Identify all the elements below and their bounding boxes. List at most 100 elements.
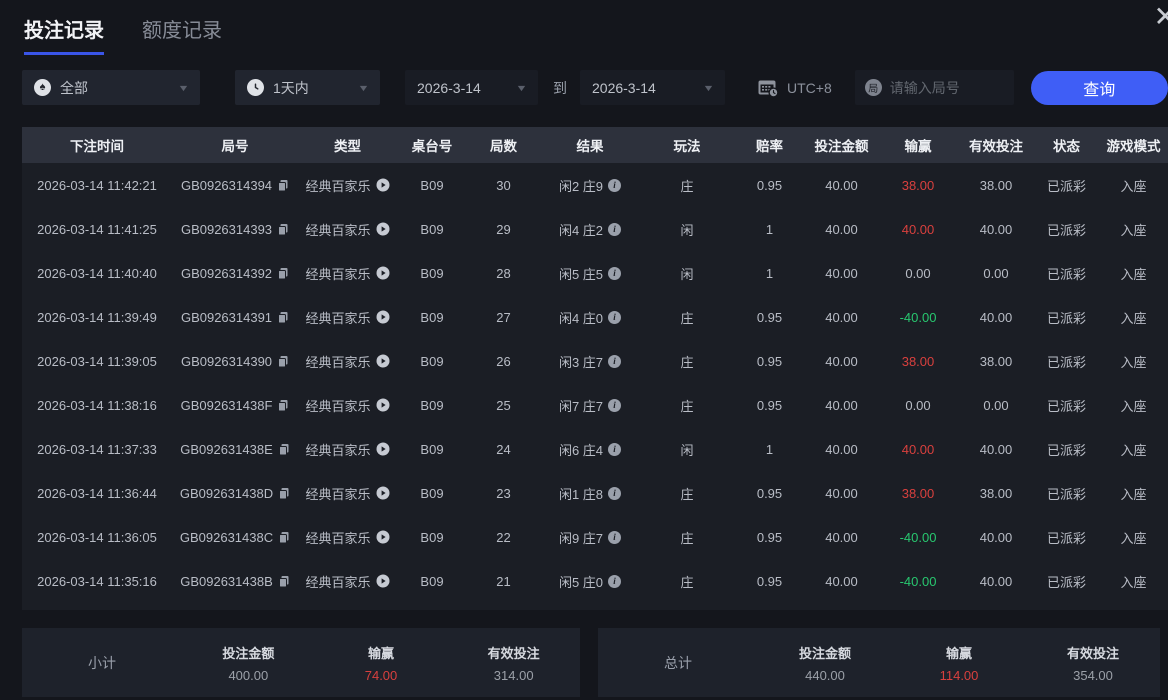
cell-round-id: GB0926314393: [172, 222, 298, 237]
status-text: 已派彩: [1046, 266, 1086, 282]
total-valid-bet: 有效投注 354.00: [1026, 643, 1160, 683]
cell-play: 庄: [640, 308, 734, 327]
cell-round-id: GB092631438C: [172, 530, 298, 545]
cell-status: 已派彩: [1034, 308, 1099, 327]
cell-odds: 0.95: [734, 178, 805, 193]
cell-valid-bet: 40.00: [958, 530, 1034, 545]
cell-game-type: 经典百家乐: [298, 308, 397, 327]
bet-time-text: 2026-03-14 11:39:49: [37, 309, 157, 325]
query-button[interactable]: 查询: [1030, 70, 1168, 105]
play-icon[interactable]: [376, 310, 390, 324]
total-bet-amount: 投注金额 440.00: [758, 643, 892, 683]
valid-bet-text: 38.00: [979, 353, 1013, 369]
cell-table-no: B09: [397, 442, 467, 457]
date-to-picker[interactable]: 2026-3-14 ▼: [580, 70, 725, 105]
cell-result: 闲2 庄9 i: [540, 176, 640, 195]
game-type-dropdown[interactable]: ♠ 全部 ▼: [22, 70, 200, 105]
play-icon[interactable]: [376, 398, 390, 412]
copy-icon[interactable]: [277, 399, 289, 412]
cell-win-loss: -40.00: [878, 310, 958, 325]
game-type-text: 经典百家乐: [305, 266, 371, 282]
table-row: 2026-03-14 11:40:40 GB0926314392 经典百家乐 B…: [22, 251, 1168, 295]
copy-icon[interactable]: [278, 443, 290, 456]
table-no-text: B09: [420, 309, 444, 325]
time-range-dropdown[interactable]: 1天内 ▼: [235, 70, 380, 105]
copy-icon[interactable]: [277, 223, 289, 236]
round-id-text: GB092631438B: [180, 573, 273, 589]
copy-icon[interactable]: [277, 355, 289, 368]
rounds-text: 22: [496, 529, 511, 545]
info-icon[interactable]: i: [608, 310, 622, 324]
play-icon[interactable]: [376, 486, 390, 500]
info-icon[interactable]: i: [608, 574, 622, 588]
cell-bet-time: 2026-03-14 11:42:21: [22, 178, 172, 193]
cell-game-mode: 入座: [1099, 352, 1168, 371]
odds-text: 0.95: [756, 485, 783, 501]
play-icon[interactable]: [376, 574, 390, 588]
tab-quota-records[interactable]: 额度记录: [142, 14, 222, 52]
cell-rounds: 25: [467, 398, 540, 413]
play-icon[interactable]: [376, 222, 390, 236]
status-text: 已派彩: [1046, 486, 1086, 502]
table-row: 2026-03-14 11:42:21 GB0926314394 经典百家乐 B…: [22, 163, 1168, 207]
tab-bet-records[interactable]: 投注记录: [24, 14, 104, 55]
copy-icon[interactable]: [278, 487, 290, 500]
timezone-label: UTC+8: [787, 79, 832, 96]
round-id-text: GB092631438F: [180, 397, 273, 413]
stat-value: 354.00: [1073, 667, 1113, 683]
info-icon[interactable]: i: [608, 530, 622, 544]
cell-result: 闲1 庄8 i: [540, 484, 640, 503]
info-icon[interactable]: i: [608, 354, 622, 368]
play-icon[interactable]: [376, 530, 390, 544]
copy-icon[interactable]: [277, 179, 289, 192]
tab-bar: 投注记录 额度记录: [24, 14, 222, 55]
column-header: 桌台号: [411, 139, 453, 154]
play-icon[interactable]: [376, 266, 390, 280]
win-loss-text: 0.00: [905, 397, 931, 413]
cell-bet-amount: 40.00: [805, 398, 878, 413]
cell-win-loss: -40.00: [878, 530, 958, 545]
game-mode-text: 入座: [1120, 574, 1147, 590]
cell-round-id: GB092631438B: [172, 574, 298, 589]
cell-odds: 0.95: [734, 574, 805, 589]
copy-icon[interactable]: [278, 575, 290, 588]
odds-text: 1: [765, 265, 774, 281]
odds-text: 1: [765, 221, 774, 237]
game-type-text: 经典百家乐: [305, 310, 371, 326]
cell-game-mode: 入座: [1099, 308, 1168, 327]
round-search-input[interactable]: [889, 79, 1004, 96]
copy-icon[interactable]: [278, 531, 290, 544]
result-text: 闲3 庄7: [558, 354, 604, 370]
play-icon[interactable]: [376, 442, 390, 456]
play-icon[interactable]: [376, 354, 390, 368]
round-id-text: GB0926314392: [180, 265, 273, 281]
copy-icon[interactable]: [277, 311, 289, 324]
bet-time-text: 2026-03-14 11:36:05: [37, 529, 157, 545]
table-no-text: B09: [420, 177, 444, 193]
close-icon[interactable]: ✕: [1154, 0, 1168, 34]
cell-round-id: GB0926314394: [172, 178, 298, 193]
game-type-text: 经典百家乐: [305, 530, 371, 546]
round-id-text: GB0926314393: [180, 221, 273, 237]
cell-bet-time: 2026-03-14 11:37:33: [22, 442, 172, 457]
round-search-box[interactable]: 局: [854, 70, 1014, 105]
chevron-down-icon: ▼: [357, 82, 370, 93]
cell-bet-time: 2026-03-14 11:41:25: [22, 222, 172, 237]
cell-result: 闲4 庄2 i: [540, 220, 640, 239]
copy-icon[interactable]: [277, 267, 289, 280]
rounds-text: 21: [496, 573, 511, 589]
play-text: 庄: [680, 354, 694, 370]
rounds-text: 25: [496, 397, 511, 413]
info-icon[interactable]: i: [608, 178, 622, 192]
cell-rounds: 27: [467, 310, 540, 325]
info-icon[interactable]: i: [608, 222, 622, 236]
play-icon[interactable]: [376, 178, 390, 192]
info-icon[interactable]: i: [608, 442, 622, 456]
info-icon[interactable]: i: [608, 398, 622, 412]
info-icon[interactable]: i: [608, 266, 622, 280]
subtotal-valid-bet: 有效投注 314.00: [447, 643, 580, 683]
stat-label: 输赢: [945, 645, 972, 661]
info-icon[interactable]: i: [608, 486, 622, 500]
round-id-text: GB0926314390: [180, 353, 273, 369]
date-from-picker[interactable]: 2026-3-14 ▼: [405, 70, 538, 105]
